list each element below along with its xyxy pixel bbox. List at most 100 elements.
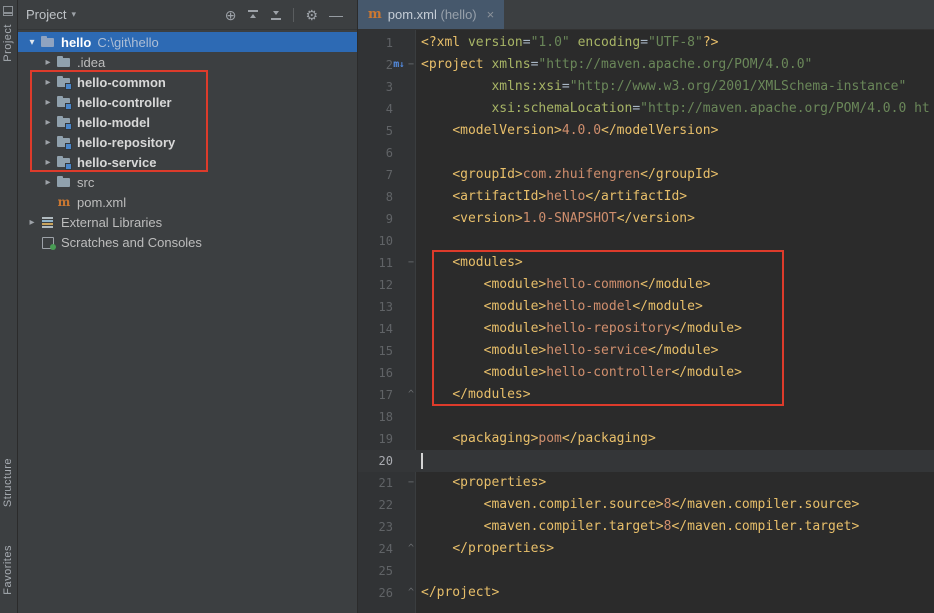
code-text: <properties> (452, 475, 547, 490)
chevron-right-icon[interactable]: ▸ (40, 97, 56, 108)
fold-start-icon[interactable]: − (405, 252, 417, 274)
gutter: 26 ^ (358, 582, 417, 604)
folder-icon (56, 55, 72, 70)
code-line-16[interactable]: 16 <module>hello-controller</module> (358, 362, 934, 384)
code-line-11[interactable]: 11− <modules> (358, 252, 934, 274)
chevron-right-icon[interactable]: ▸ (40, 77, 56, 88)
code-line-13[interactable]: 13 <module>hello-model</module> (358, 296, 934, 318)
fold-end-icon[interactable]: ^ (405, 582, 417, 604)
tree-item-hello-common[interactable]: ▸ hello-common (18, 72, 357, 92)
line-number: 16 (378, 366, 393, 380)
tree-item-label: hello-repository (77, 134, 176, 150)
tool-window-icon (3, 6, 13, 16)
code-line-9[interactable]: 9 <version>1.0-SNAPSHOT</version> (358, 208, 934, 230)
fold-end-icon[interactable]: ^ (405, 538, 417, 560)
tree-item-scratches-and-consoles[interactable]: Scratches and Consoles (18, 232, 357, 252)
code-line-26[interactable]: 26 ^ </project> (358, 582, 934, 604)
code-line-1[interactable]: 1 <?xml version="1.0" encoding="UTF-8"?> (358, 32, 934, 54)
code-line-5[interactable]: 5 <modelVersion>4.0.0</modelVersion> (358, 120, 934, 142)
code-line-19[interactable]: 19 <packaging>pom</packaging> (358, 428, 934, 450)
tree-item-hello-model[interactable]: ▸ hello-model (18, 112, 357, 132)
module-icon (56, 135, 72, 150)
line-number: 14 (378, 322, 393, 336)
code-text: <module>hello-common</module> (483, 277, 711, 292)
code-line-4[interactable]: 4 xsi:schemaLocation="http://maven.apach… (358, 98, 934, 120)
code-text: <module>hello-service</module> (483, 343, 719, 358)
line-number: 7 (385, 168, 393, 182)
code-line-14[interactable]: 14 <module>hello-repository</module> (358, 318, 934, 340)
maven-reimport-icon[interactable]: m↓ (393, 54, 405, 76)
fold-end-icon[interactable]: ^ (405, 384, 417, 406)
hide-panel-icon[interactable]: — (329, 8, 343, 22)
code-line-2[interactable]: 2 m↓ − <project xmlns="http://maven.apache.… (358, 54, 934, 76)
gutter: 16 (358, 362, 417, 384)
code-line-15[interactable]: 15 <module>hello-service</module> (358, 340, 934, 362)
collapse-all-icon[interactable] (247, 9, 259, 21)
close-icon[interactable]: × (487, 7, 495, 22)
code-line-25[interactable]: 25 (358, 560, 934, 582)
tree-item-hello[interactable]: ▾ hello C:\git\hello (18, 32, 357, 52)
gear-icon[interactable]: ⚙ (305, 8, 318, 22)
project-panel: Project ▾ ⊕ ⚙ — ▾ hello C:\git\hello ▸ .idea… (18, 0, 358, 613)
tree-item-label: External Libraries (61, 214, 163, 230)
code-text: <project xmlns="http://maven.apache.org/… (421, 57, 813, 72)
tree-item-hello-controller[interactable]: ▸ hello-controller (18, 92, 357, 112)
code-line-22[interactable]: 22 <maven.compiler.source>8</maven.compi… (358, 494, 934, 516)
project-view-dropdown[interactable]: Project (26, 7, 66, 22)
code-text (417, 450, 423, 472)
code-line-6[interactable]: 6 (358, 142, 934, 164)
code-line-7[interactable]: 7 <groupId>com.zhuifengren</groupId> (358, 164, 934, 186)
fold-start-icon[interactable]: − (405, 472, 417, 494)
code-text: </properties> (452, 541, 555, 556)
code-text: <module>hello-model</module> (483, 299, 703, 314)
chevron-right-icon[interactable]: ▸ (40, 177, 56, 188)
tab-pom-xml[interactable]: m pom.xml (hello) × (358, 0, 505, 29)
line-number: 5 (385, 124, 393, 138)
chevron-right-icon[interactable]: ▸ (40, 157, 56, 168)
tree-item-hello-repository[interactable]: ▸ hello-repository (18, 132, 357, 152)
chevron-right-icon[interactable]: ▸ (40, 117, 56, 128)
gutter: 6 (358, 142, 417, 164)
code-line-21[interactable]: 21− <properties> (358, 472, 934, 494)
code-line-17[interactable]: 17 ^ </modules> (358, 384, 934, 406)
tree-item-pom-xml[interactable]: m pom.xml (18, 192, 357, 212)
project-tree: ▾ hello C:\git\hello ▸ .idea ▸ hello-common ▸ he… (18, 32, 357, 252)
code-text: <modules> (452, 255, 523, 270)
code-text: <maven.compiler.target>8</maven.compiler… (483, 519, 860, 534)
chevron-down-icon[interactable]: ▾ (24, 37, 40, 48)
expand-all-icon[interactable] (270, 9, 282, 21)
module-icon (56, 95, 72, 110)
stripe-button-favorites[interactable]: Favorites (2, 545, 14, 595)
code-line-20[interactable]: 20 (358, 450, 934, 472)
gutter: 12 (358, 274, 417, 296)
code-line-8[interactable]: 8 <artifactId>hello</artifactId> (358, 186, 934, 208)
code-line-24[interactable]: 24 ^ </properties> (358, 538, 934, 560)
tree-item-hello-service[interactable]: ▸ hello-service (18, 152, 357, 172)
line-number: 22 (378, 498, 393, 512)
code-line-12[interactable]: 12 <module>hello-common</module> (358, 274, 934, 296)
stripe-button-structure[interactable]: Structure (2, 458, 14, 507)
chevron-right-icon[interactable]: ▸ (40, 57, 56, 68)
line-number: 21 (378, 476, 393, 490)
tree-item-idea[interactable]: ▸ .idea (18, 52, 357, 72)
tree-item-label: hello (61, 34, 92, 50)
code-line-3[interactable]: 3 xmlns:xsi="http://www.w3.org/2001/XMLS… (358, 76, 934, 98)
line-number: 18 (378, 410, 393, 424)
editor-body[interactable]: 1 <?xml version="1.0" encoding="UTF-8"?> 2… (358, 30, 934, 613)
gutter: 22 (358, 494, 417, 516)
stripe-button-project[interactable]: Project (2, 24, 14, 62)
gutter: 7 (358, 164, 417, 186)
code-line-23[interactable]: 23 <maven.compiler.target>8</maven.compi… (358, 516, 934, 538)
tree-item-src[interactable]: ▸ src (18, 172, 357, 192)
gutter: 1 (358, 32, 417, 54)
tree-item-external-libraries[interactable]: ▸ External Libraries (18, 212, 357, 232)
code-text: xsi:schemaLocation="http://maven.apache.… (491, 101, 930, 116)
chevron-right-icon[interactable]: ▸ (40, 137, 56, 148)
chevron-right-icon[interactable]: ▸ (24, 217, 40, 228)
code-line-10[interactable]: 10 (358, 230, 934, 252)
locate-file-icon[interactable]: ⊕ (225, 8, 237, 22)
line-number: 10 (378, 234, 393, 248)
fold-start-icon[interactable]: − (405, 54, 417, 76)
code-line-18[interactable]: 18 (358, 406, 934, 428)
